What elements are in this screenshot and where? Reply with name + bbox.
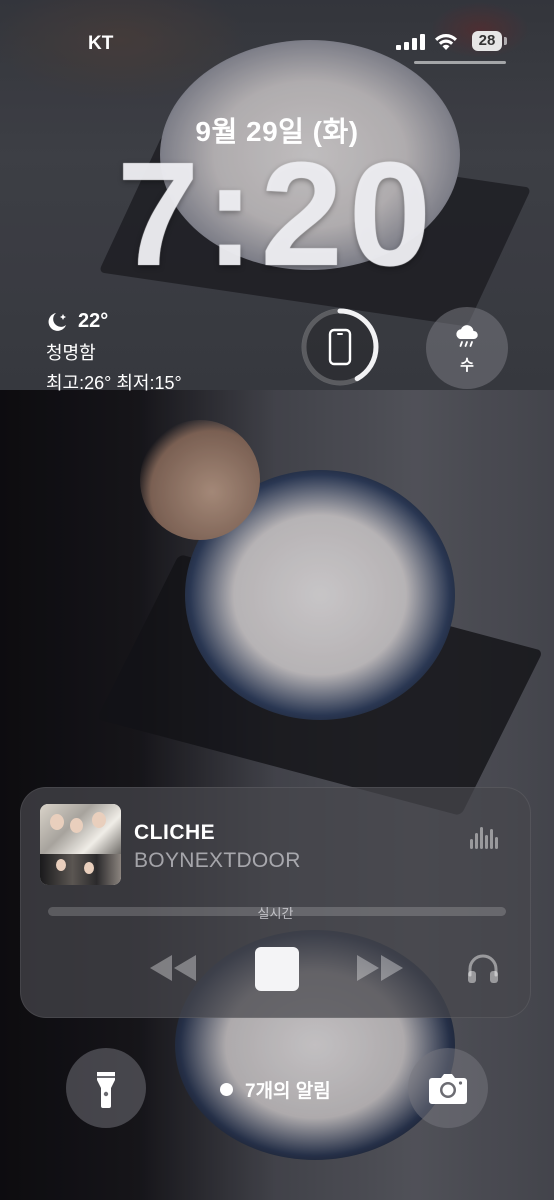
iphone-icon xyxy=(328,328,352,366)
audio-waveform-icon xyxy=(470,827,500,849)
rain-widget[interactable]: 수 xyxy=(426,307,508,389)
battery-indicator: 28 xyxy=(472,31,507,51)
camera-button[interactable] xyxy=(408,1048,488,1128)
weather-temperature: 22° xyxy=(78,310,109,332)
weather-widget[interactable]: 22° 청명함 최고:26° 최저:15° xyxy=(46,310,182,395)
flashlight-button[interactable] xyxy=(66,1048,146,1128)
weather-temp-row: 22° xyxy=(46,310,182,333)
notification-dot xyxy=(220,1083,233,1096)
camera-icon xyxy=(429,1074,467,1104)
weather-high-low: 최고:26° 최저:15° xyxy=(46,373,182,393)
rain-widget-label: 수 xyxy=(460,357,474,374)
airpods-icon[interactable] xyxy=(466,953,500,985)
track-title: CLICHE xyxy=(134,821,216,844)
status-bar: KT 28 xyxy=(0,0,554,80)
rewind-icon[interactable] xyxy=(148,953,198,983)
notification-count: 7개의 알림 xyxy=(245,1081,331,1102)
device-battery-widget[interactable] xyxy=(298,305,382,389)
track-artist: BOYNEXTDOOR xyxy=(134,849,301,872)
cloud-rain-icon xyxy=(456,325,478,347)
weather-condition: 청명함 xyxy=(46,343,96,363)
album-art[interactable] xyxy=(40,804,121,885)
lock-clock: 7:20 xyxy=(116,132,438,297)
notification-summary[interactable]: 7개의 알림 xyxy=(220,1076,331,1103)
playback-progress-bar[interactable] xyxy=(48,907,506,916)
moon-stars-icon xyxy=(48,312,66,331)
control-center-indicator[interactable] xyxy=(414,61,506,64)
flashlight-icon xyxy=(97,1072,115,1108)
stop-icon[interactable] xyxy=(255,947,299,991)
wifi-icon xyxy=(435,34,457,50)
now-playing-card[interactable]: CLICHE BOYNEXTDOOR 실시간 xyxy=(20,787,531,1018)
cellular-signal-icon xyxy=(396,34,426,50)
carrier-label: KT xyxy=(88,33,114,54)
fast-forward-icon[interactable] xyxy=(355,953,405,983)
